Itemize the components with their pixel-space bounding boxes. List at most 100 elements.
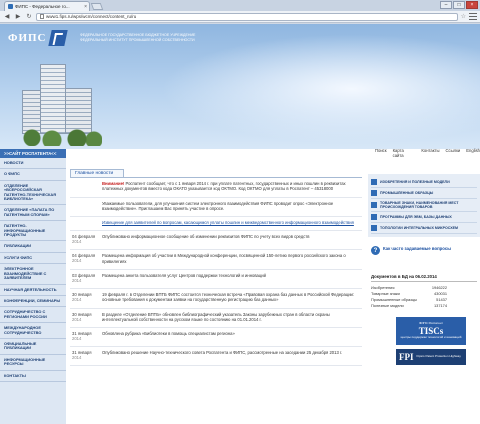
nav-item-international[interactable]: МЕЖДУНАРОДНОЕ СОТРУДНИЧЕСТВО	[0, 323, 66, 339]
tab-close-icon[interactable]: ×	[84, 4, 89, 10]
maximize-button[interactable]: □	[453, 1, 465, 9]
news-year: 2014	[72, 258, 82, 264]
news-item: 31 января 2014 Опубликовано решение Научн…	[70, 347, 362, 367]
forward-arrow-icon[interactable]: ▶	[14, 13, 22, 21]
pph-banner[interactable]: FPI Fipsrs Patent Protection Highway	[396, 348, 466, 365]
news-year: 2014	[72, 355, 82, 361]
news-text[interactable]: Опубликовано информационное сообщение об…	[102, 234, 309, 239]
top-link-sitemap[interactable]: Карта сайта	[393, 148, 416, 158]
db-stats: Документов в БД на 06.02.2014 Изобретени…	[368, 274, 480, 309]
nav-item-services[interactable]: УСЛУГИ ФИПС	[0, 253, 66, 265]
pph-logo: FPI	[399, 351, 414, 362]
nav-item-disputes[interactable]: ОТДЕЛЕНИЕ «ПАЛАТА ПО ПАТЕНТНЫМ СПОРАМ»	[0, 205, 66, 222]
tisc-subtitle: центры поддержки технологий и инноваций	[400, 334, 462, 339]
reload-icon[interactable]: ↻	[25, 13, 33, 21]
news-alert-label: Внимание!	[102, 181, 125, 186]
registry-link-inventions[interactable]: ИЗОБРЕТЕНИЯ И ПОЛЕЗНЫЕ МОДЕЛИ	[371, 177, 477, 188]
square-icon	[371, 190, 377, 196]
tab-main-news[interactable]: Главные новости	[70, 169, 124, 177]
faq-link[interactable]: ? Как часто задаваемые вопросы	[368, 243, 480, 258]
square-icon	[371, 202, 377, 208]
tisc-banner[interactable]: ФИПС Роспатент TISCs центры поддержки те…	[396, 316, 466, 345]
news-item: Извещение для заявителей по вопросам, ка…	[70, 217, 362, 232]
building-image	[22, 58, 102, 146]
nav-item-news[interactable]: НОВОСТИ	[0, 158, 66, 170]
bookmark-star-icon[interactable]: ☆	[461, 13, 466, 20]
top-link-links[interactable]: Ссылки	[446, 148, 461, 158]
news-text[interactable]: Роспатент сообщает, что с 1 января 2014 …	[102, 181, 346, 191]
news-item: 30 января 2014 В разделе «Отделение ВПТБ»…	[70, 309, 362, 329]
news-item: 04 февраля 2014 Размещена информация об у…	[70, 250, 362, 271]
nav-item-products[interactable]: ПАТЕНТНО-ИНФОРМАЦИОННЫЕ ПРОДУКТЫ	[0, 221, 66, 242]
news-item: Уважаемые пользователи, для улучшения си…	[70, 198, 362, 218]
nav-item-publications[interactable]: ПУБЛИКАЦИИ	[0, 241, 66, 253]
news-text[interactable]: 19 февраля г. в Отделении ВПТБ ФИПС сост…	[102, 292, 354, 302]
page-icon	[40, 14, 44, 19]
registry-link-software[interactable]: ПРОГРАММЫ ДЛЯ ЭВМ, БАЗЫ ДАННЫХ	[371, 212, 477, 223]
news-text[interactable]: Опубликовано решение Научно-технического…	[102, 350, 342, 355]
nav-item-contacts[interactable]: КОНТАКТЫ	[0, 371, 66, 382]
square-icon	[371, 214, 377, 220]
nav-item-regions[interactable]: СОТРУДНИЧЕСТВО С РЕГИОНАМИ РОССИИ	[0, 307, 66, 324]
question-icon: ?	[371, 246, 380, 255]
top-link-search[interactable]: Поиск	[375, 148, 387, 158]
minimize-button[interactable]: –	[440, 1, 452, 9]
news-text[interactable]: Обновлена рубрика «Библиотеки в помощь с…	[102, 331, 235, 336]
registry-link-designs[interactable]: ПРОМЫШЛЕННЫЕ ОБРАЗЦЫ	[371, 188, 477, 199]
nav-item-about[interactable]: О ФИПС	[0, 169, 66, 181]
browser-titlebar: ФИПС - Федеральное го... × – □ ×	[0, 0, 480, 11]
left-sidebar: >>САЙТ РОСПАТЕНТА<< НОВОСТИ О ФИПС ОТДЕЛ…	[0, 149, 66, 424]
square-icon	[371, 225, 377, 231]
site-logo[interactable]: ФИПС	[8, 30, 68, 46]
table-row: Полезные модели 137174	[371, 303, 447, 309]
web-page: ФИПС ФЕДЕРАЛЬНОЕ ГОСУДАРСТВЕННОЕ БЮДЖЕТН…	[0, 24, 480, 424]
url-input[interactable]	[46, 14, 346, 19]
rospatent-site-link[interactable]: >>САЙТ РОСПАТЕНТА<<	[0, 149, 66, 158]
nav-item-e-interaction[interactable]: ЭЛЕКТРОННОЕ ВЗАИМОДЕЙСТВИЕ С ЗАЯВИТЕЛЕМ	[0, 264, 66, 285]
registry-links: ИЗОБРЕТЕНИЯ И ПОЛЕЗНЫЕ МОДЕЛИ ПРОМЫШЛЕНН…	[368, 174, 480, 237]
left-nav-list: НОВОСТИ О ФИПС ОТДЕЛЕНИЕ «ВСЕРОССИЙСКАЯ …	[0, 158, 66, 382]
window-controls: – □ ×	[440, 1, 478, 9]
news-item: 30 января 2014 19 февраля г. в Отделении …	[70, 289, 362, 309]
faq-label: Как часто задаваемые вопросы	[383, 246, 451, 251]
browser-menu-icon[interactable]	[469, 13, 477, 20]
news-year: 2014	[72, 297, 82, 303]
db-stats-heading: Документов в БД на 06.02.2014	[371, 274, 477, 282]
back-arrow-icon[interactable]: ◀	[3, 13, 11, 21]
close-window-button[interactable]: ×	[466, 1, 478, 9]
browser-tab[interactable]: ФИПС - Федеральное го... ×	[4, 1, 90, 11]
nav-item-conferences[interactable]: КОНФЕРЕНЦИИ, СЕМИНАРЫ	[0, 296, 66, 308]
pph-text: Fipsrs Patent Protection Highway	[416, 354, 461, 358]
news-text[interactable]: Уважаемые пользователи, для улучшения си…	[102, 201, 333, 211]
logo-text: ФИПС	[8, 32, 47, 44]
square-icon	[371, 179, 377, 185]
top-link-contacts[interactable]: Контакты	[421, 148, 439, 158]
news-text[interactable]: Размещена анкета пользователя услуг Цент…	[102, 273, 266, 278]
nav-item-science[interactable]: НАУЧНАЯ ДЕЯТЕЛЬНОСТЬ	[0, 285, 66, 296]
news-year: 2014	[72, 316, 82, 322]
table-row: Промышленные образцы 51437	[371, 296, 447, 302]
address-bar[interactable]	[36, 12, 458, 21]
news-year: 2014	[72, 336, 82, 342]
header-banner: ФИПС ФЕДЕРАЛЬНОЕ ГОСУДАРСТВЕННОЕ БЮДЖЕТН…	[0, 24, 480, 149]
nav-item-official[interactable]: ОФИЦИАЛЬНЫЕ ПУБЛИКАЦИИ	[0, 339, 66, 355]
tab-title: ФИПС - Федеральное го...	[15, 4, 70, 9]
registry-link-trademarks[interactable]: ТОВАРНЫЕ ЗНАКИ, НАИМЕНОВАНИЯ МЕСТ ПРОИСХ…	[371, 199, 477, 212]
news-item: 03 февраля 2014 Размещена анкета пользова…	[70, 270, 362, 290]
news-item: 04 февраля 2014 Опубликовано информационн…	[70, 231, 362, 251]
news-text[interactable]: Извещение для заявителей по вопросам, ка…	[102, 220, 354, 225]
news-date: 30 января	[72, 311, 92, 317]
news-item: 31 января 2014 Обновлена рубрика «Библиот…	[70, 328, 362, 348]
new-tab-button[interactable]	[90, 3, 104, 10]
right-sidebar: ИЗОБРЕТЕНИЯ И ПОЛЕЗНЫЕ МОДЕЛИ ПРОМЫШЛЕНН…	[368, 174, 480, 424]
top-links: Поиск Карта сайта Контакты Ссылки Englis…	[375, 148, 480, 158]
news-text[interactable]: В разделе «Отделение ВПТБ» обновлен библ…	[102, 312, 330, 322]
news-year: 2014	[72, 278, 82, 284]
news-text[interactable]: Размещена информация об участии в Междун…	[102, 253, 346, 263]
favicon-icon	[8, 4, 13, 9]
top-link-english[interactable]: English	[466, 148, 480, 158]
nav-item-library[interactable]: ОТДЕЛЕНИЕ «ВСЕРОССИЙСКАЯ ПАТЕНТНО-ТЕХНИЧ…	[0, 181, 66, 206]
nav-item-resources[interactable]: ИНФОРМАЦИОННЫЕ РЕСУРСЫ	[0, 355, 66, 371]
registry-link-topologies[interactable]: ТОПОЛОГИИ ИНТЕГРАЛЬНЫХ МИКРОСХЕМ	[371, 223, 477, 234]
db-stats-table: Изобретения 1946222 Товарные знаки 430031 …	[371, 284, 447, 309]
